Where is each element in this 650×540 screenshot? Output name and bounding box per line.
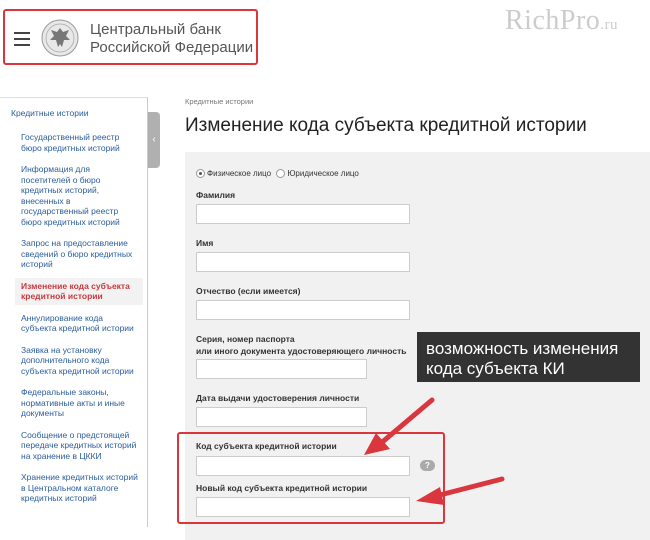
arrow-to-new-code-icon (416, 476, 505, 505)
arrow-to-code-icon (364, 397, 435, 455)
annotation-arrows (364, 397, 505, 505)
